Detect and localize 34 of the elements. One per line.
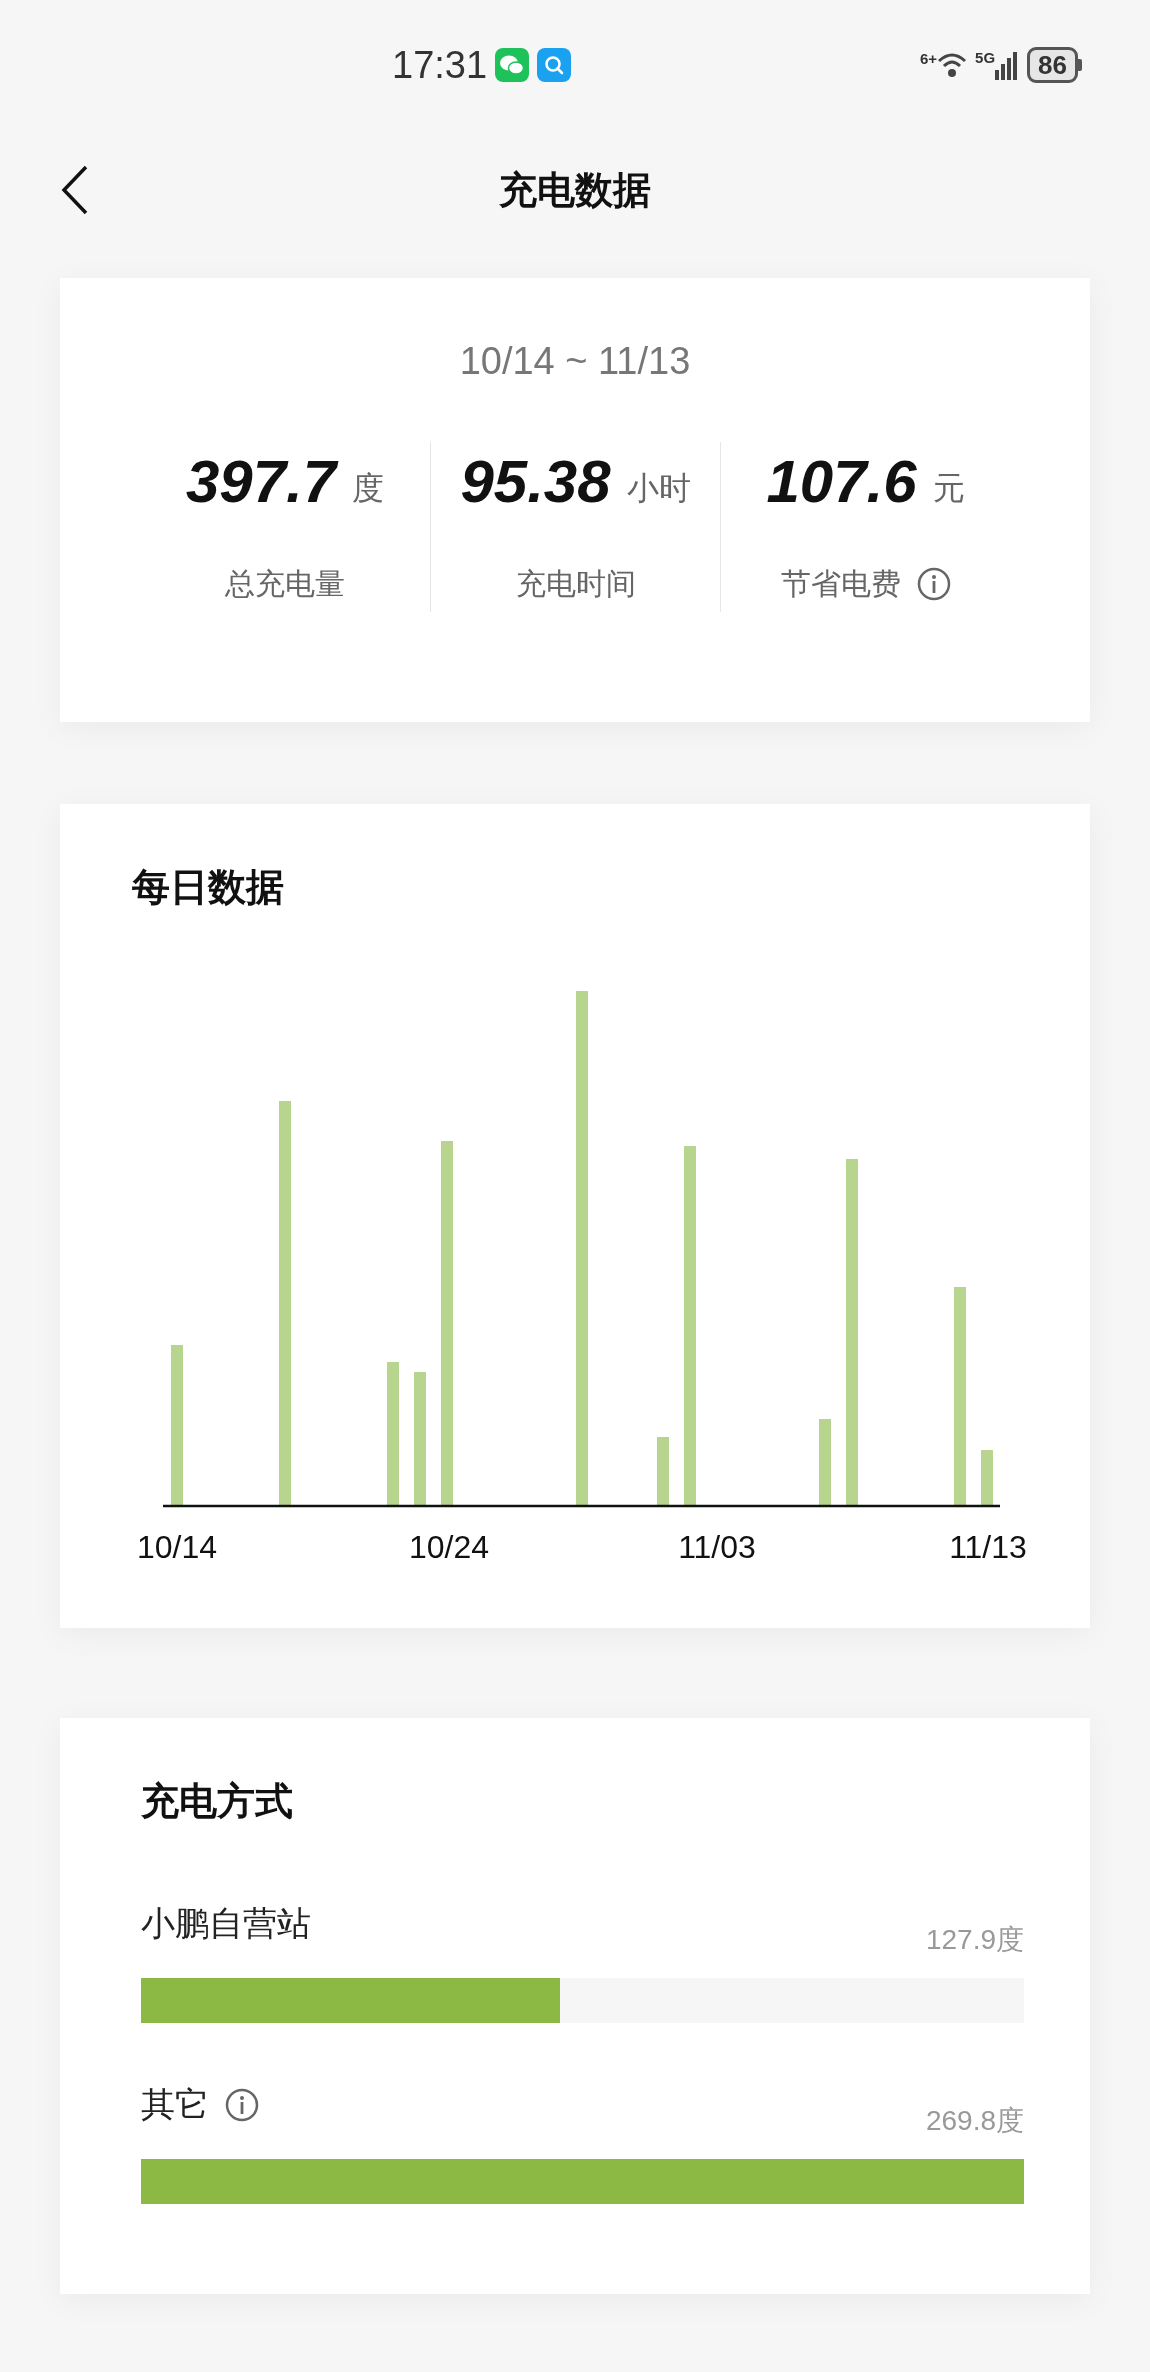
wifi-icon [937, 51, 968, 79]
stat-value: 107.6 [766, 452, 917, 512]
stat-label: 总充电量 [225, 566, 345, 602]
stat-value: 397.7 [185, 452, 337, 512]
back-button[interactable] [60, 164, 90, 216]
wifi-label: 6+ [919, 51, 938, 66]
axis-label: 11/03 [678, 1529, 756, 1565]
network-label: 5G [975, 50, 996, 65]
method-amount: 269.8度 [925, 2104, 1024, 2138]
stat-unit: 小时 [626, 469, 691, 508]
stat-label: 节省电费 [780, 566, 901, 602]
method-name: 小鹏自营站 [141, 1903, 311, 1944]
stat-unit: 度 [352, 469, 385, 508]
chat-app-icon [495, 48, 530, 82]
signal-icon [995, 50, 1020, 80]
chart-bar [657, 1437, 669, 1506]
stat-label: 充电时间 [515, 566, 636, 602]
method-amount: 127.9度 [925, 1923, 1024, 1957]
search-app-icon [537, 48, 572, 82]
axis-label: 10/14 [136, 1529, 218, 1565]
battery-indicator: 86 [1027, 47, 1082, 83]
date-range: 10/14 ~ 11/13 [459, 340, 691, 382]
axis-label: 10/24 [408, 1529, 490, 1565]
stat-value: 95.38 [460, 452, 611, 512]
axis-label: 11/13 [949, 1529, 1027, 1565]
chart-bar [981, 1450, 993, 1506]
status-time: 17:31 [392, 42, 488, 88]
page-title: 充电数据 [499, 167, 651, 213]
info-icon[interactable] [916, 566, 951, 601]
method-name: 其它 [141, 2084, 209, 2125]
section-title: 每日数据 [132, 866, 284, 908]
info-icon[interactable] [225, 2087, 259, 2122]
stat-unit: 元 [932, 469, 965, 508]
section-title: 充电方式 [141, 1780, 293, 1822]
